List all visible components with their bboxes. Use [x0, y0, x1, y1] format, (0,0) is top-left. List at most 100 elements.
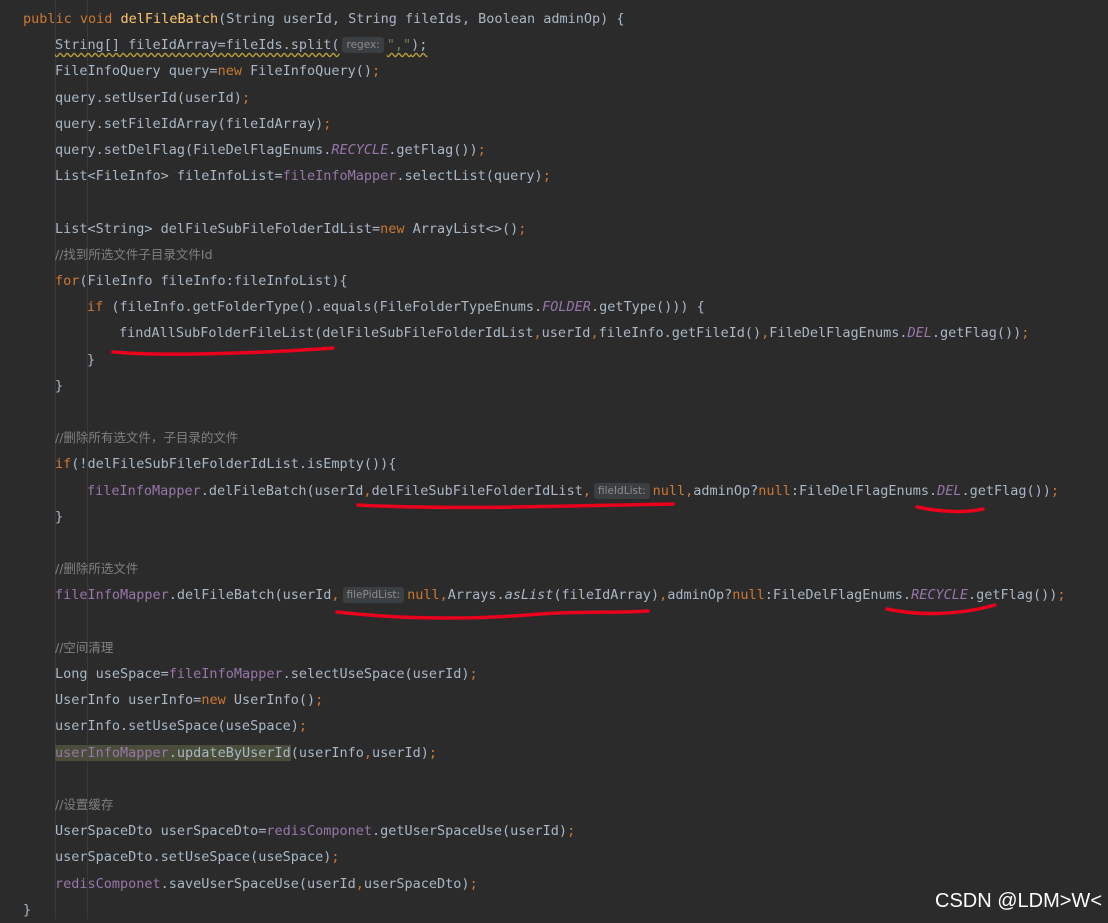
code-token: ; — [567, 823, 576, 840]
code-line[interactable]: if(!delFileSubFileFolderIdList.isEmpty()… — [55, 451, 396, 477]
code-token: FileInfoQuery query= — [55, 63, 218, 80]
code-token: , — [363, 482, 372, 499]
code-token: } — [87, 351, 96, 368]
code-token: for — [55, 273, 80, 289]
code-token: .getFlag()) — [967, 587, 1058, 604]
code-line[interactable]: query.setFileIdArray(fileIdArray); — [55, 111, 331, 137]
code-token: userSpaceDto.setUseSpace(useSpace) — [55, 849, 332, 866]
code-line[interactable]: public void delFileBatch(String userId, … — [23, 6, 624, 32]
code-token: .getType())) { — [590, 299, 705, 316]
code-line[interactable]: fileInfoMapper.delFileBatch(userId,delFi… — [87, 478, 1059, 504]
code-token: (FileInfo fileInfo:fileInfoList){ — [79, 273, 348, 289]
code-token: List<FileInfo> fileInfoList= — [55, 168, 283, 185]
code-token: new — [217, 63, 251, 80]
code-line[interactable]: findAllSubFolderFileList(delFileSubFileF… — [119, 320, 1029, 346]
code-token: null, — [407, 587, 448, 604]
code-line[interactable]: //删除所选文件 — [55, 556, 138, 582]
code-token: .getUserSpaceUse(userId) — [372, 823, 568, 840]
code-token: } — [23, 901, 32, 918]
watermark: CSDN @LDM>W< — [935, 890, 1102, 912]
code-token: , — [533, 325, 542, 342]
code-token: ; — [298, 718, 307, 735]
code-token: ; — [331, 849, 340, 866]
code-editor[interactable]: public void delFileBatch(String userId, … — [0, 0, 1108, 919]
code-token: fileInfoMapper — [55, 587, 169, 604]
code-token: ; — [469, 666, 478, 682]
code-token: DEL — [937, 482, 962, 499]
code-token: userInfo.setUseSpace(useSpace) — [55, 718, 299, 735]
code-line[interactable]: redisComponet.saveUserSpaceUse(userId,us… — [55, 871, 478, 897]
code-token: Arrays. — [447, 587, 505, 604]
code-line[interactable]: } — [55, 504, 63, 530]
code-line[interactable]: //空间清理 — [55, 635, 113, 661]
code-token: , — [590, 325, 599, 342]
code-token: List<String> delFileSubFileFolderIdList= — [55, 220, 381, 237]
code-line[interactable]: Long useSpace=fileInfoMapper.selectUseSp… — [55, 661, 478, 687]
code-line[interactable]: UserSpaceDto userSpaceDto=redisComponet.… — [55, 818, 575, 844]
code-token: if — [55, 456, 72, 473]
code-line[interactable]: fileInfoMapper.delFileBatch(userId, fileP… — [55, 582, 1066, 608]
code-token: query.setUserId(userId) — [55, 89, 242, 106]
code-line[interactable]: if (fileInfo.getFolderType().equals(File… — [87, 294, 705, 320]
code-token: RECYCLE — [911, 587, 968, 604]
code-token: FileDelFlagEnums. — [769, 325, 908, 342]
code-token: , — [355, 875, 364, 892]
code-token: .getFlag()) — [388, 142, 478, 158]
code-token: } — [55, 377, 64, 394]
code-token: ; — [1057, 587, 1066, 604]
code-line[interactable]: UserInfo userInfo=new UserInfo(); — [55, 687, 323, 713]
code-comment: //删除所有选文件，子目录的文件 — [55, 430, 239, 446]
code-line[interactable]: //找到所选文件子目录文件Id — [55, 242, 213, 268]
code-token: new — [201, 692, 234, 709]
code-token: new — [380, 220, 413, 237]
code-line[interactable]: } — [87, 347, 95, 373]
code-token: null — [758, 482, 791, 499]
code-token: ; — [241, 89, 251, 106]
code-line[interactable]: String[] fileIdArray=fileIds.split(regex… — [55, 32, 427, 58]
code-token: ; — [315, 692, 324, 709]
parameter-hint: regex: — [342, 37, 384, 54]
code-line[interactable]: query.setDelFlag(FileDelFlagEnums.RECYCL… — [55, 137, 486, 163]
code-token: query.setDelFlag(FileDelFlagEnums. — [55, 142, 332, 158]
code-token: adminOp? — [693, 482, 759, 499]
code-line[interactable]: List<String> delFileSubFileFolderIdList=… — [55, 216, 526, 242]
code-token: (!delFileSubFileFolderIdList.isEmpty()){ — [71, 456, 397, 473]
code-token: fileInfoMapper — [168, 666, 283, 682]
code-token: , — [363, 744, 373, 761]
code-line[interactable]: for(FileInfo fileInfo:fileInfoList){ — [55, 268, 348, 294]
code-token: ; — [542, 168, 551, 185]
code-token: UserSpaceDto userSpaceDto= — [55, 823, 267, 840]
code-token: if — [87, 299, 112, 316]
code-token: (userInfo — [290, 744, 364, 761]
code-token: delFileBatch — [120, 11, 219, 27]
code-line[interactable]: userSpaceDto.setUseSpace(useSpace); — [55, 844, 339, 870]
code-token: .updateByUserId — [168, 744, 291, 761]
code-token: DEL — [907, 325, 932, 342]
code-line[interactable]: //设置缓存 — [55, 792, 113, 818]
code-token: .getFlag()) — [961, 482, 1051, 499]
code-line[interactable]: userInfoMapper.updateByUserId(userInfo,u… — [55, 740, 437, 766]
code-token: (fileInfo.getFolderType().equals(FileFol… — [111, 299, 543, 316]
code-line[interactable]: userInfo.setUseSpace(useSpace); — [55, 713, 307, 739]
code-token: delFileSubFileFolderIdList — [371, 482, 583, 499]
code-line[interactable]: query.setUserId(userId); — [55, 85, 250, 111]
code-line[interactable]: List<FileInfo> fileInfoList=fileInfoMapp… — [55, 163, 551, 189]
code-comment: //删除所选文件 — [55, 561, 139, 577]
code-comment: //空间清理 — [55, 639, 114, 655]
code-token: fileInfoMapper — [282, 168, 397, 185]
code-token: , — [331, 587, 340, 604]
code-token: userInfoMapper — [55, 744, 169, 761]
code-token: , — [659, 587, 668, 604]
code-token: ); — [411, 37, 428, 54]
code-token: public void — [23, 11, 121, 27]
code-line[interactable]: FileInfoQuery query=new FileInfoQuery(); — [55, 58, 380, 84]
code-line[interactable]: } — [55, 373, 63, 399]
code-token: ; — [1050, 482, 1060, 499]
code-token: ArrayList<>() — [412, 220, 519, 237]
code-token: , — [582, 482, 591, 499]
code-line[interactable]: //删除所有选文件，子目录的文件 — [55, 425, 238, 451]
parameter-hint: filePidList: — [342, 587, 405, 604]
code-token: UserInfo userInfo= — [55, 692, 202, 709]
code-token: .delFileBatch(userId — [200, 482, 364, 499]
parameter-hint: fileIdList: — [593, 482, 650, 499]
